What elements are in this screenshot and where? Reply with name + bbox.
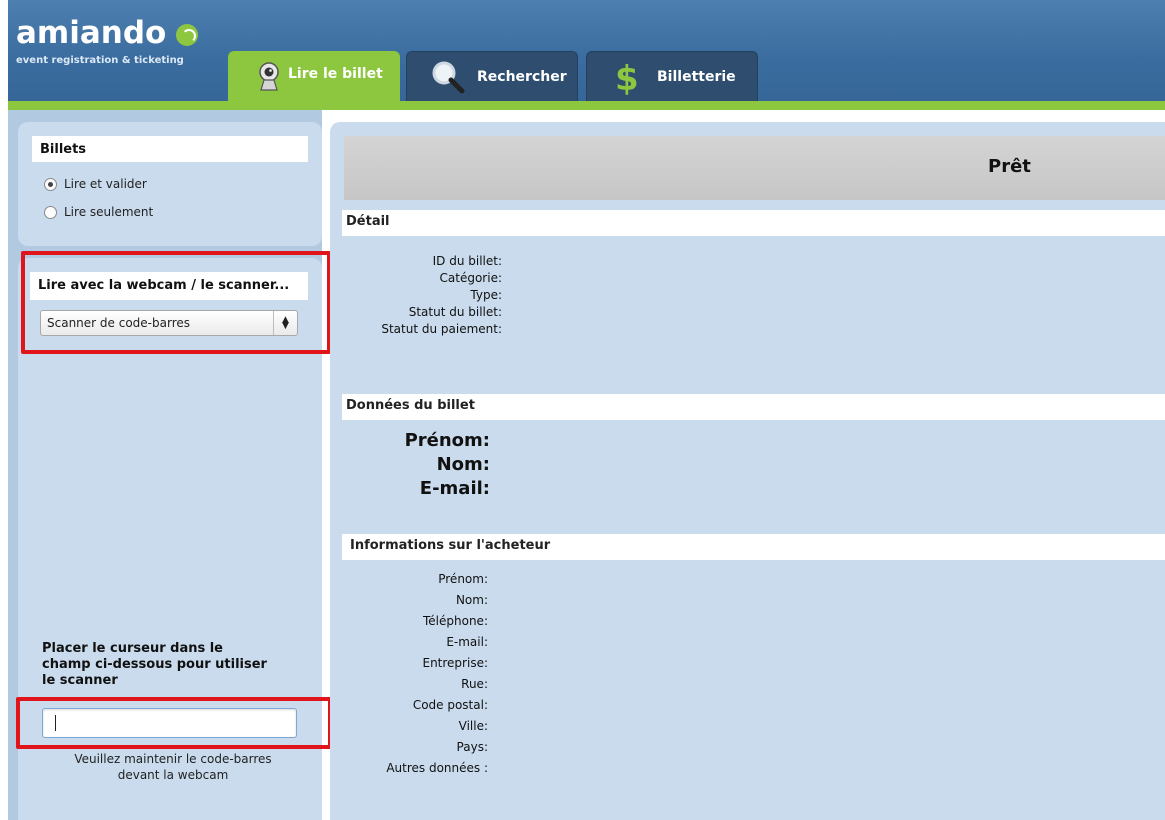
label-ticket-lastname: Nom: bbox=[436, 454, 490, 475]
brand-logo-icon bbox=[176, 24, 198, 46]
label-buyer-company: Entreprise: bbox=[422, 656, 488, 670]
label-category: Catégorie: bbox=[439, 271, 502, 285]
label-buyer-postcode: Code postal: bbox=[412, 698, 488, 712]
radio-read-only[interactable]: Lire seulement bbox=[44, 205, 153, 219]
radio-read-validate-label: Lire et valider bbox=[64, 177, 147, 191]
tab-box-office-label: Billetterie bbox=[657, 69, 736, 85]
label-ticket-id: ID du billet: bbox=[432, 254, 502, 268]
webcam-icon bbox=[259, 62, 279, 91]
label-buyer-phone: Téléphone: bbox=[423, 614, 488, 628]
status-bar: Prêt bbox=[344, 136, 1165, 200]
detail-section: ID du billet: Catégorie: Type: Statut du… bbox=[342, 236, 1165, 386]
radio-read-only-label: Lire seulement bbox=[64, 205, 154, 219]
ticket-data-section-title: Données du billet bbox=[342, 394, 1165, 420]
detail-section-title: Détail bbox=[342, 210, 1165, 236]
label-type: Type: bbox=[470, 288, 502, 302]
status-text: Prêt bbox=[988, 156, 1031, 177]
label-buyer-country: Pays: bbox=[456, 740, 488, 754]
tickets-panel-title: Billets bbox=[32, 136, 308, 162]
label-buyer-firstname: Prénom: bbox=[438, 572, 488, 586]
label-payment-status: Statut du paiement: bbox=[381, 322, 502, 336]
label-ticket-firstname: Prénom: bbox=[404, 430, 490, 451]
dollar-icon: $ bbox=[615, 59, 639, 96]
label-buyer-lastname: Nom: bbox=[455, 593, 488, 607]
tab-box-office[interactable]: $ Billetterie bbox=[586, 51, 758, 101]
tab-search-label: Rechercher bbox=[477, 69, 567, 85]
brand-tagline: event registration & ticketing bbox=[16, 55, 184, 66]
magnifier-icon bbox=[432, 61, 465, 94]
webcam-note: Veuillez maintenir le code-barres devant… bbox=[74, 752, 272, 782]
label-ticket-email: E-mail: bbox=[419, 478, 490, 499]
radio-read-validate[interactable]: Lire et valider bbox=[44, 177, 147, 191]
tab-read-ticket[interactable]: Lire le billet bbox=[228, 51, 400, 101]
buyer-info-section-title: Informations sur l'acheteur bbox=[342, 534, 1165, 560]
svg-text:$: $ bbox=[615, 59, 639, 96]
label-ticket-status: Statut du billet: bbox=[408, 305, 502, 319]
scanner-instructions: Placer le curseur dans le champ ci-desso… bbox=[42, 641, 267, 688]
label-buyer-city: Ville: bbox=[458, 719, 488, 733]
label-buyer-street: Rue: bbox=[461, 677, 488, 691]
buyer-info-section: Prénom: Nom: Téléphone: E-mail: Entrepri… bbox=[342, 560, 1165, 820]
highlight-scan-input bbox=[16, 697, 332, 749]
tab-search[interactable]: Rechercher bbox=[406, 51, 578, 101]
label-buyer-email: E-mail: bbox=[446, 635, 488, 649]
label-buyer-other: Autres données : bbox=[386, 761, 488, 775]
radio-read-validate-control[interactable] bbox=[44, 177, 57, 191]
brand-logo[interactable]: amiando bbox=[16, 18, 166, 49]
tab-read-ticket-label: Lire le billet bbox=[288, 66, 383, 82]
header-accent-stripe bbox=[8, 101, 1165, 110]
ticket-data-section: Prénom: Nom: E-mail: bbox=[342, 420, 1165, 524]
highlight-device-select bbox=[21, 251, 331, 354]
radio-read-only-control[interactable] bbox=[44, 205, 57, 219]
